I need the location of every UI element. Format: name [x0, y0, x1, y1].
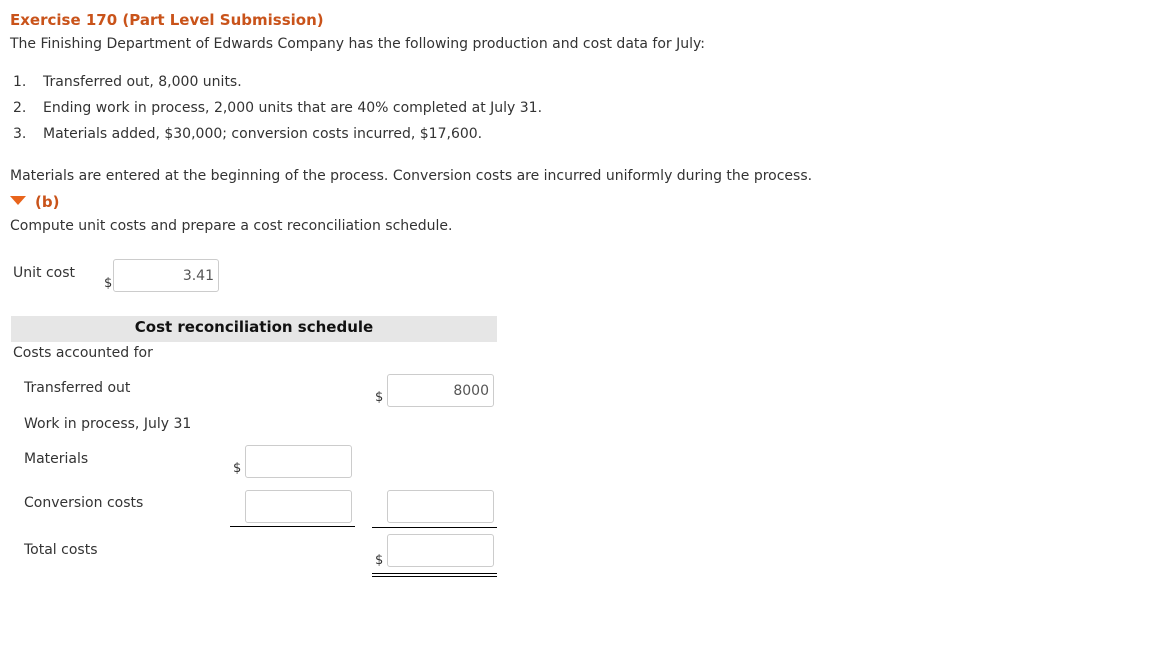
unit-cost-label: Unit cost	[13, 265, 75, 281]
part-label: (b)	[35, 193, 60, 211]
fact-number: 2.	[13, 100, 27, 116]
conversion-costs-label: Conversion costs	[24, 495, 144, 511]
process-note: Materials are entered at the beginning o…	[10, 168, 813, 184]
transferred-out-label: Transferred out	[24, 380, 131, 396]
fact-text: Materials added, $30,000; conversion cos…	[43, 126, 483, 142]
unit-cost-input[interactable]	[113, 259, 219, 292]
total-double-underline	[372, 573, 497, 577]
transferred-out-currency: $	[375, 390, 384, 405]
transferred-out-input[interactable]	[387, 374, 494, 407]
unit-cost-currency: $	[104, 276, 113, 291]
wip-subtotal-input[interactable]	[387, 490, 494, 523]
total-costs-currency: $	[375, 553, 384, 568]
triangle-down-icon	[10, 196, 26, 205]
materials-label: Materials	[24, 451, 89, 467]
conversion-costs-input[interactable]	[245, 490, 352, 523]
part-instruction: Compute unit costs and prepare a cost re…	[10, 218, 453, 234]
materials-input[interactable]	[245, 445, 352, 478]
part-b-toggle[interactable]: (b)	[10, 193, 59, 211]
total-costs-label: Total costs	[24, 542, 98, 558]
fact-text: Transferred out, 8,000 units.	[43, 74, 242, 90]
fact-number: 3.	[13, 126, 27, 142]
costs-accounted-label: Costs accounted for	[13, 345, 153, 361]
fact-number: 1.	[13, 74, 27, 90]
exercise-title: Exercise 170 (Part Level Submission)	[10, 11, 324, 29]
materials-currency: $	[233, 461, 242, 476]
intro-text: The Finishing Department of Edwards Comp…	[10, 36, 705, 52]
schedule-title: Cost reconciliation schedule	[11, 316, 497, 342]
total-costs-input[interactable]	[387, 534, 494, 567]
subtotal-underline	[372, 527, 497, 528]
subtotal-underline	[230, 526, 355, 527]
fact-text: Ending work in process, 2,000 units that…	[43, 100, 543, 116]
wip-label: Work in process, July 31	[24, 416, 192, 432]
